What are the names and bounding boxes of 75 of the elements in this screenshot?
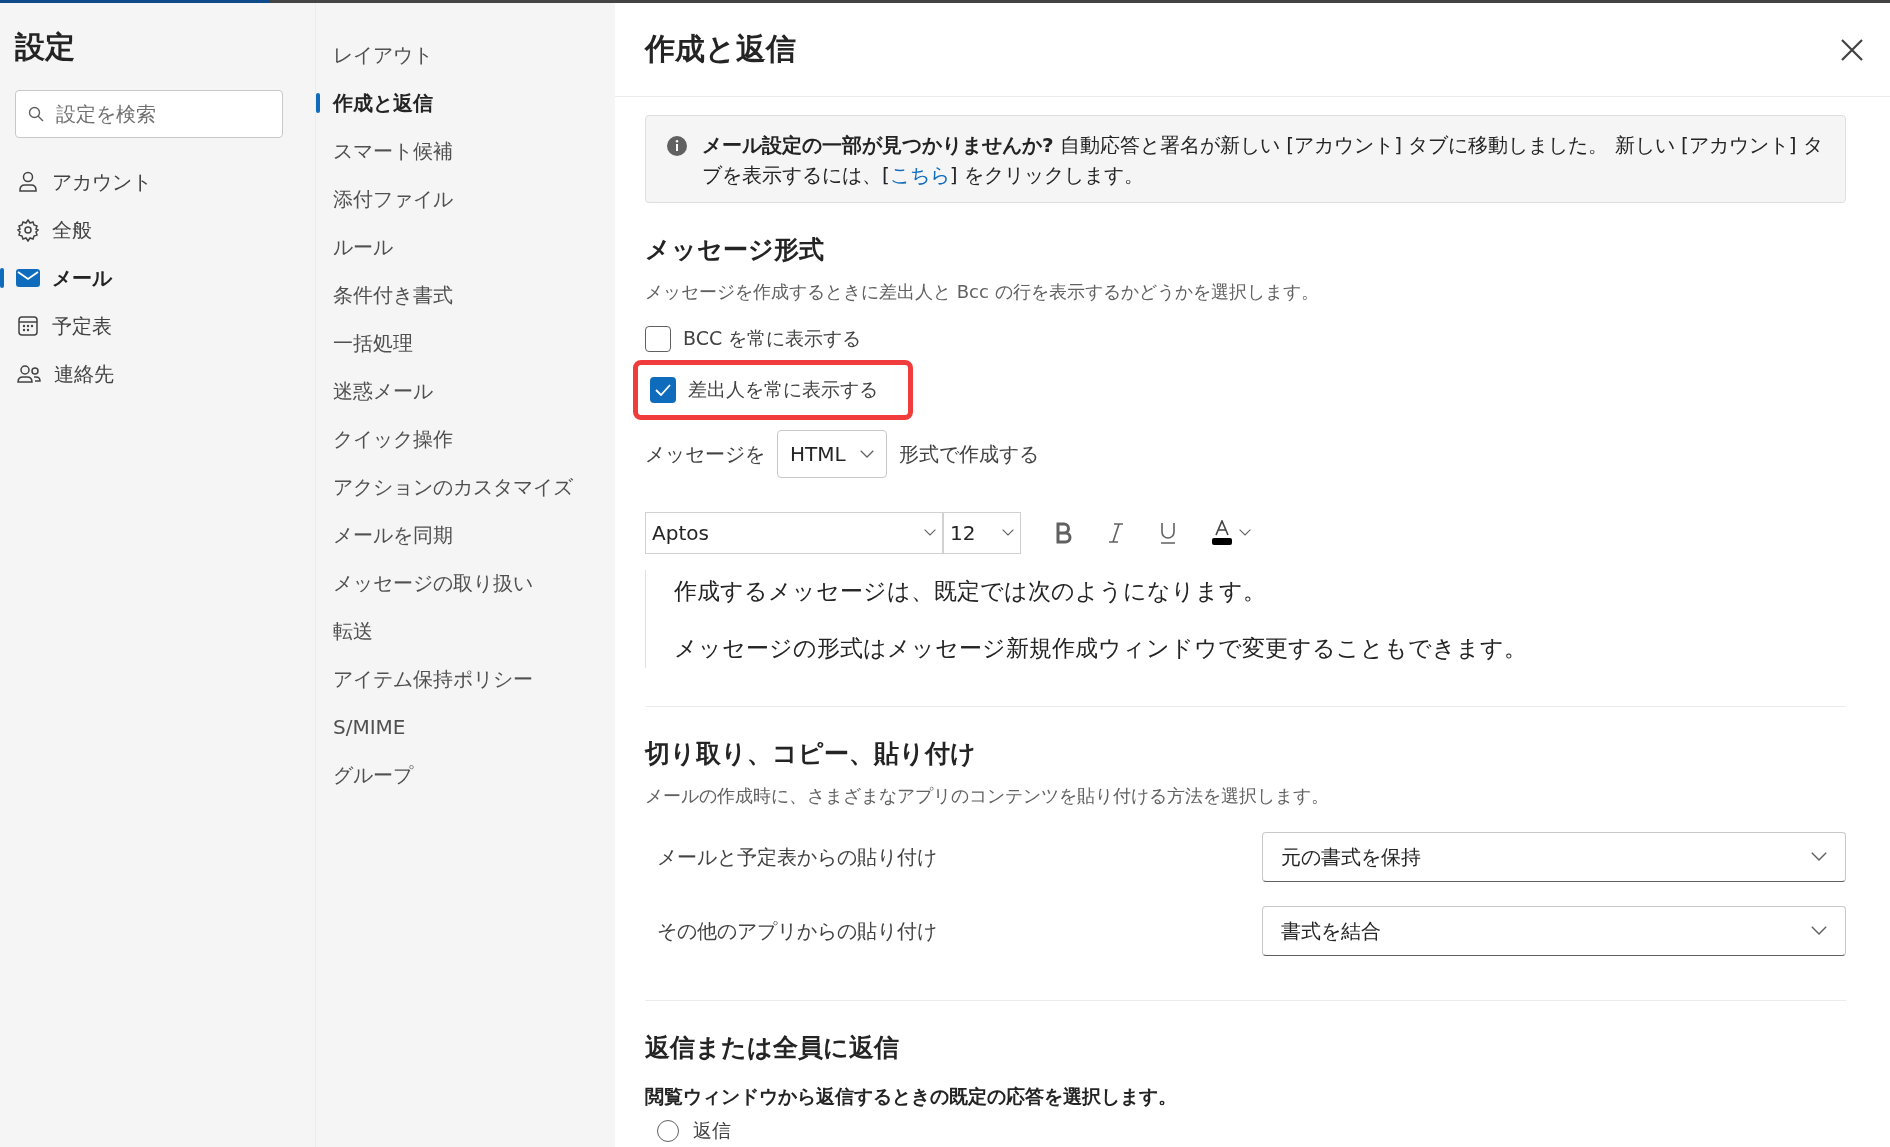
sidebar-item[interactable]: アカウント [0, 158, 315, 206]
subnav-item[interactable]: アイテム保持ポリシー [316, 655, 615, 703]
subnav-item[interactable]: 作成と返信 [316, 79, 615, 127]
checkmark-icon [655, 384, 671, 396]
subnav-item[interactable]: メールを同期 [316, 511, 615, 559]
subnav-item[interactable]: アクションのカスタマイズ [316, 463, 615, 511]
subnav-item[interactable]: メッセージの取り扱い [316, 559, 615, 607]
format-dropdown[interactable]: HTML [777, 430, 887, 478]
section-description: 閲覧ウィンドウから返信するときの既定の応答を選択します。 [645, 1084, 1178, 1109]
section-heading: 切り取り、コピー、貼り付け [645, 738, 977, 770]
sidebar-item-label: 連絡先 [54, 360, 114, 388]
paste-label: メールと予定表からの貼り付け [656, 843, 938, 871]
italic-icon [1107, 522, 1125, 544]
section-description: メールの作成時に、さまざまなアプリのコンテンツを貼り付ける方法を選択します。 [645, 784, 1330, 808]
underline-button[interactable] [1159, 521, 1177, 545]
subnav-item[interactable]: スマート候補 [316, 127, 615, 175]
checkbox[interactable] [650, 377, 676, 403]
subnav-item[interactable]: 条件付き書式 [316, 271, 615, 319]
section-heading: メッセージ形式 [645, 234, 825, 266]
chevron-down-icon [859, 449, 874, 459]
subnav-item[interactable]: グループ [316, 751, 615, 799]
paste-dropdown[interactable]: 元の書式を保持 [1262, 832, 1846, 882]
panel-title: 作成と返信 [645, 30, 796, 68]
subnav-item[interactable]: S/MIME [316, 703, 615, 751]
here-link[interactable]: こちら [889, 163, 950, 187]
paste-label: その他のアプリからの貼り付け [656, 917, 938, 945]
italic-button[interactable] [1107, 522, 1125, 544]
preview-text: 作成するメッセージは、既定では次のようになります。 [674, 577, 1267, 606]
format-prefix: メッセージを [645, 440, 765, 468]
checkbox-label: BCC を常に表示する [683, 326, 862, 351]
chevron-down-icon [1002, 529, 1014, 537]
sidebar-item[interactable]: メール [0, 254, 315, 302]
subnav-item[interactable]: 転送 [316, 607, 615, 655]
mail-icon [16, 268, 40, 288]
close-icon [1840, 37, 1864, 62]
paste-dropdown[interactable]: 書式を結合 [1262, 906, 1846, 956]
chevron-down-icon [924, 529, 936, 537]
underline-icon [1159, 521, 1177, 545]
section-heading: 返信または全員に返信 [645, 1032, 900, 1064]
info-text: メール設定の一部が見つかりませんか? 自動応答と署名が新しい [アカウント] タブに移動しました。 新しい [アカウント] タブを表示するには、[こちら] をクリックします。 [702, 132, 1824, 189]
size-dropdown[interactable]: 12 [943, 512, 1021, 554]
person-icon [16, 170, 40, 194]
settings-title: 設定 [14, 28, 76, 66]
subnav-item[interactable]: ルール [316, 223, 615, 271]
bold-icon [1055, 522, 1073, 544]
subnav-item[interactable]: 迷惑メール [316, 367, 615, 415]
font-color-button[interactable] [1211, 520, 1251, 546]
sidebar-item[interactable]: 全般 [0, 206, 315, 254]
info-icon [666, 135, 688, 157]
subnav-item[interactable]: レイアウト [316, 31, 615, 79]
chevron-down-icon [1811, 926, 1827, 936]
sidebar-item-label: アカウント [52, 168, 152, 196]
section-description: メッセージを作成するときに差出人と Bcc の行を表示するかどうかを選択します。 [645, 280, 1320, 304]
format-suffix: 形式で作成する [898, 440, 1039, 468]
search-field[interactable]: 設定を検索 [15, 90, 283, 138]
radio-label: 返信 [693, 1118, 731, 1143]
sidebar-item-label: 予定表 [52, 312, 112, 340]
calendar-icon [16, 314, 40, 338]
subnav-item[interactable]: クイック操作 [316, 415, 615, 463]
sidebar-item-label: 全般 [52, 216, 92, 244]
sidebar-item-label: メール [52, 264, 112, 292]
bold-button[interactable] [1055, 522, 1073, 544]
chevron-down-icon [1239, 529, 1251, 537]
subnav-item[interactable]: 添付ファイル [316, 175, 615, 223]
chevron-down-icon [1811, 852, 1827, 862]
font-dropdown[interactable]: Aptos [645, 512, 943, 554]
font-color-icon [1211, 520, 1233, 546]
people-icon [16, 362, 42, 386]
settings-icon [16, 218, 40, 242]
checkbox-label: 差出人を常に表示する [688, 377, 878, 402]
subnav-item[interactable]: 一括処理 [316, 319, 615, 367]
preview-text: メッセージの形式はメッセージ新規作成ウィンドウで変更することもできます。 [674, 634, 1528, 663]
sidebar-item[interactable]: 連絡先 [0, 350, 315, 398]
sidebar-item[interactable]: 予定表 [0, 302, 315, 350]
checkbox[interactable] [645, 326, 671, 352]
